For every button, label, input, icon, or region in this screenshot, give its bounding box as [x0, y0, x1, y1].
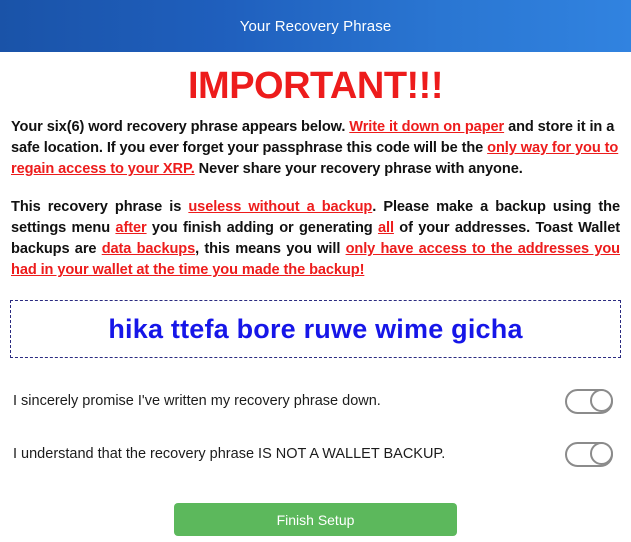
p2-seg1: This recovery phrase is — [11, 199, 189, 215]
important-heading: IMPORTANT!!! — [187, 65, 444, 107]
warning-paragraph-1: Your six(6) word recovery phrase appears… — [11, 117, 620, 180]
p2-highlight-all: all — [377, 220, 394, 236]
recovery-phrase-text: hika ttefa bore ruwe wime gicha — [108, 313, 523, 344]
p1-highlight-write-it-down: Write it down on paper — [349, 119, 505, 135]
window-titlebar: Your Recovery Phrase — [0, 0, 631, 52]
finish-setup-button[interactable]: Finish Setup — [174, 503, 457, 536]
confirmation-row-written-down: I sincerely promise I've written my reco… — [13, 381, 618, 421]
finish-button-container: Finish Setup — [0, 503, 631, 536]
toggle-written-down[interactable] — [565, 388, 613, 414]
p1-seg5: Never share your recovery phrase with an… — [194, 161, 523, 177]
confirmation-label-not-a-backup: I understand that the recovery phrase IS… — [13, 446, 446, 462]
confirmation-row-not-a-backup: I understand that the recovery phrase IS… — [13, 434, 618, 474]
confirmation-label-written-down: I sincerely promise I've written my reco… — [13, 393, 381, 409]
p1-seg1: Your six(6) word recovery phrase appears… — [11, 119, 350, 135]
window-title: Your Recovery Phrase — [239, 17, 392, 35]
toggle-knob-icon — [590, 388, 613, 412]
p2-highlight-after: after — [115, 220, 147, 236]
recovery-phrase-box: hika ttefa bore ruwe wime gicha — [10, 300, 621, 358]
p2-highlight-useless: useless without a backup — [188, 199, 373, 215]
toggle-not-a-backup[interactable] — [565, 441, 613, 467]
p2-seg5: you finish adding or generating — [146, 220, 378, 236]
main-content: IMPORTANT!!! Your six(6) word recovery p… — [0, 67, 631, 536]
toggle-knob-icon — [590, 441, 613, 465]
p2-seg9: , this means you will — [195, 241, 346, 257]
warning-paragraph-2: This recovery phrase is useless without … — [11, 197, 620, 281]
p2-highlight-data-backups: data backups — [101, 241, 196, 257]
